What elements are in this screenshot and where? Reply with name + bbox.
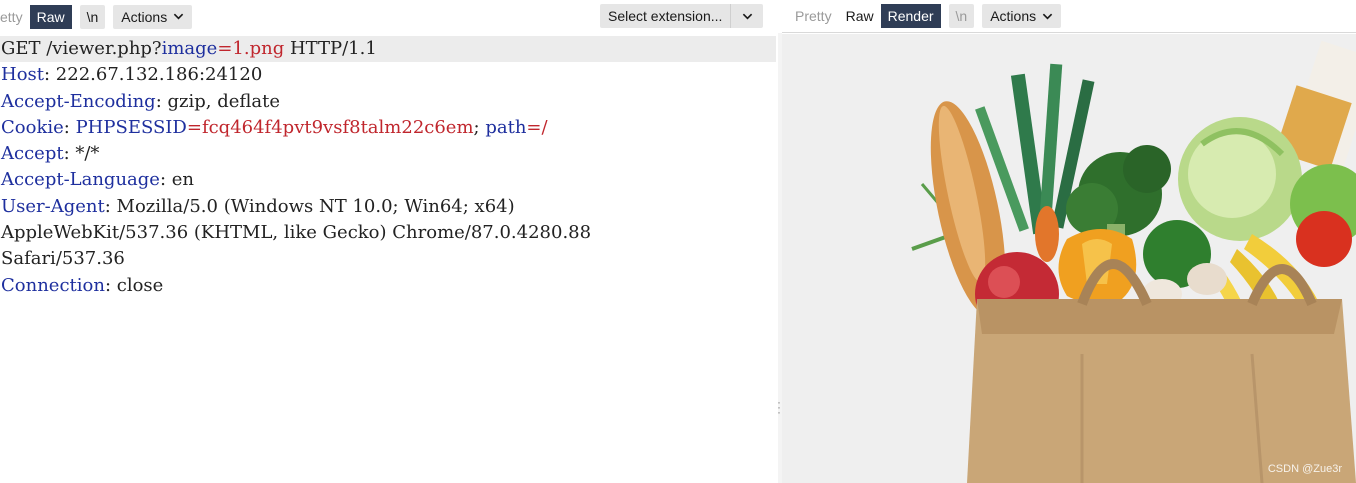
splitter-handle-icon[interactable]: · · · xyxy=(777,396,781,418)
cookie-equals: = xyxy=(526,116,542,138)
cookie-name: path xyxy=(485,116,527,138)
extension-select[interactable]: Select extension... xyxy=(600,4,764,28)
newline-toggle[interactable]: \n xyxy=(79,4,106,29)
header-separator: : xyxy=(63,116,76,138)
param-name: image xyxy=(161,38,218,59)
header-value: : Mozilla/5.0 (Windows NT 10.0; Win64; x… xyxy=(104,195,515,217)
header-key: Cookie xyxy=(1,116,64,138)
header-value: : gzip, deflate xyxy=(155,90,281,112)
header-key: Connection xyxy=(1,274,105,296)
header-value: : 222.67.132.186:24120 xyxy=(44,64,263,86)
chevron-down-icon xyxy=(742,13,753,20)
extension-select-label: Select extension... xyxy=(608,8,723,24)
header-accept-language: Accept-Language: en xyxy=(0,167,778,193)
header-key: Accept xyxy=(1,143,64,165)
header-value: : en xyxy=(159,169,194,191)
cookie-value: fcq464f4pvt9vsf8talm22c6em xyxy=(201,116,474,138)
header-value: : */* xyxy=(63,143,100,165)
request-line-suffix: HTTP/1.1 xyxy=(284,38,377,59)
actions-button[interactable]: Actions xyxy=(982,4,1062,28)
actions-button[interactable]: Actions xyxy=(113,4,193,29)
raw-tab[interactable]: Raw xyxy=(29,4,72,29)
render-pane: CSDN @Zue3r xyxy=(782,34,1356,483)
header-user-agent-continued: AppleWebKit/537.36 (KHTML, like Gecko) C… xyxy=(1,222,592,244)
cookie-separator: ; xyxy=(473,116,486,138)
cookie-value: / xyxy=(541,116,548,138)
render-tab[interactable]: Render xyxy=(880,4,941,28)
header-key: User-Agent xyxy=(1,195,105,217)
param-equals: = xyxy=(217,38,233,59)
chevron-down-icon xyxy=(173,13,184,20)
header-accept: Accept: */* xyxy=(0,141,778,167)
request-line: GET /viewer.php?image=1.png HTTP/1.1 xyxy=(0,36,776,63)
rendered-image xyxy=(911,40,1356,483)
extension-dropdown-button[interactable] xyxy=(731,4,763,28)
raw-tab[interactable]: Raw xyxy=(839,4,881,28)
header-cookie: Cookie: PHPSESSID=fcq464f4pvt9vsf8talm22… xyxy=(0,115,778,141)
pretty-tab[interactable]: etty xyxy=(0,5,30,29)
newline-toggle[interactable]: \n xyxy=(948,4,975,28)
header-key: Accept-Language xyxy=(1,169,160,191)
header-accept-encoding: Accept-Encoding: gzip, deflate xyxy=(0,89,778,115)
param-value: 1.png xyxy=(232,38,285,59)
header-key: Accept-Encoding xyxy=(1,90,156,112)
request-toolbar: etty Raw \n Actions Select extension... xyxy=(0,0,778,33)
header-value: : close xyxy=(104,274,164,296)
cookie-name: PHPSESSID xyxy=(75,116,187,138)
watermark: CSDN @Zue3r xyxy=(1267,463,1342,475)
cookie-equals: = xyxy=(186,116,202,138)
actions-label: Actions xyxy=(121,8,168,25)
header-user-agent-continued: Safari/537.36 xyxy=(1,248,125,270)
header-host: Host: 222.67.132.186:24120 xyxy=(0,62,778,88)
request-line-prefix: GET /viewer.php? xyxy=(1,38,162,59)
chevron-down-icon xyxy=(1042,13,1053,20)
actions-label: Actions xyxy=(990,8,1037,24)
response-toolbar: Pretty Raw Render \n Actions xyxy=(782,0,1356,33)
request-editor[interactable]: GET /viewer.php?image=1.png HTTP/1.1 Hos… xyxy=(0,36,778,483)
header-connection: Connection: close xyxy=(0,273,778,299)
pretty-tab[interactable]: Pretty xyxy=(788,4,839,28)
header-key: Host xyxy=(1,64,45,86)
header-user-agent: User-Agent: Mozilla/5.0 (Windows NT 10.0… xyxy=(0,194,778,220)
